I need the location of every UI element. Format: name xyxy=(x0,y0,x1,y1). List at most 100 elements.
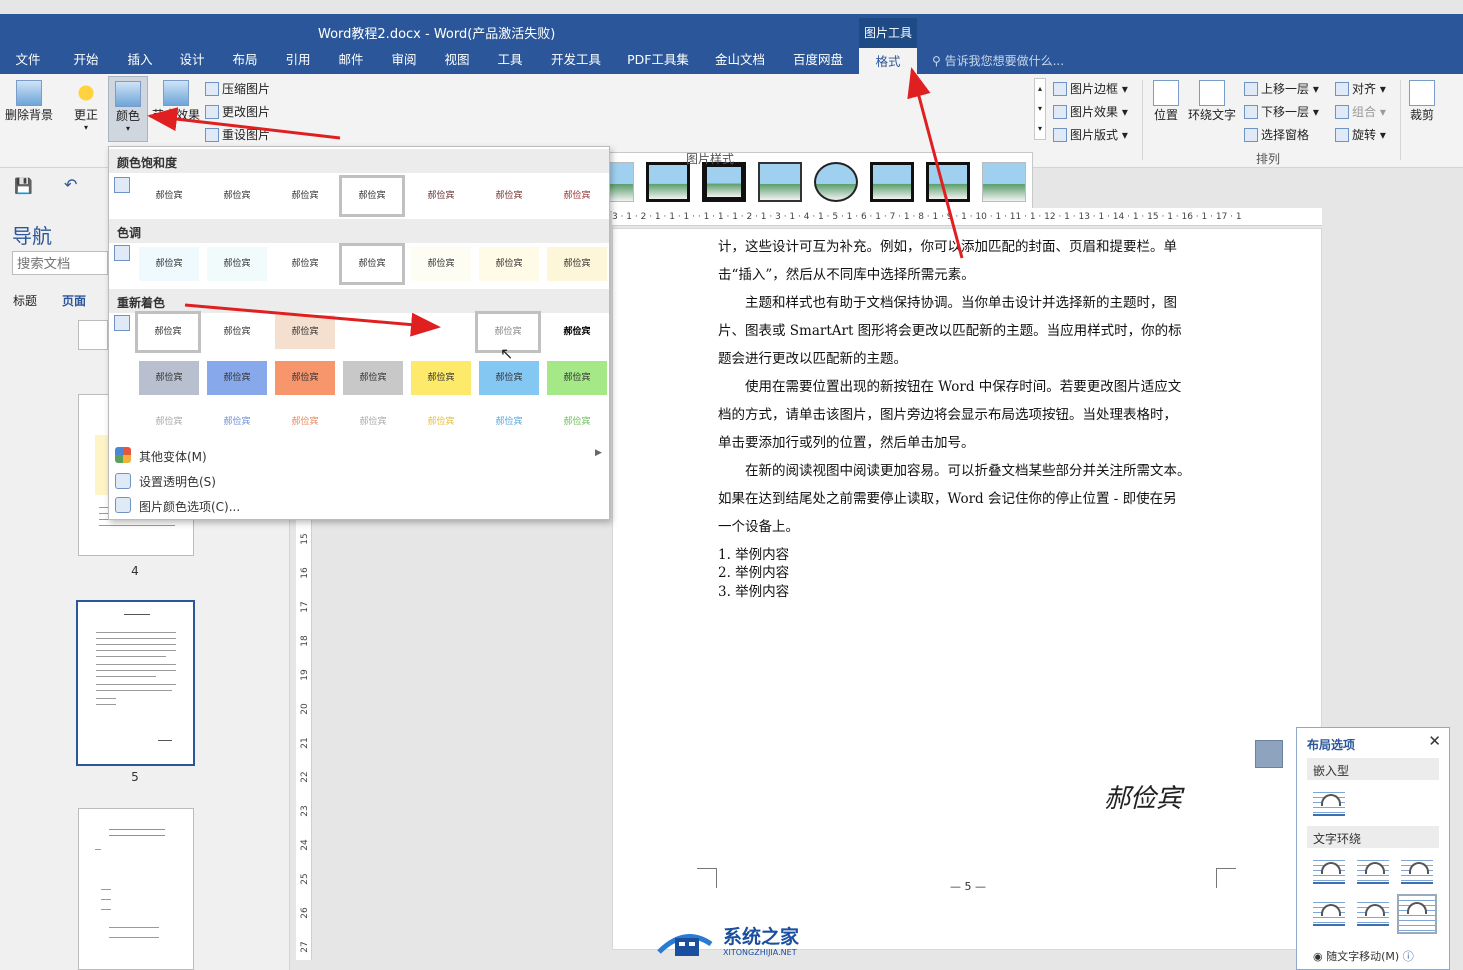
recolor-swatch[interactable]: 郝俭宾 xyxy=(275,315,335,349)
tone-header: 色调 xyxy=(109,219,609,243)
reset-picture-button[interactable]: 重设图片 xyxy=(205,126,270,143)
picture-border-button[interactable]: 图片边框 ▾ xyxy=(1053,80,1128,97)
set-transparent-item[interactable]: 设置透明色(S) xyxy=(139,473,216,490)
tab-design[interactable]: 设计 xyxy=(166,48,218,74)
tab-format[interactable]: 格式 xyxy=(859,48,917,74)
color-button[interactable]: 颜色 ▾ xyxy=(108,76,148,142)
tab-mailings[interactable]: 邮件 xyxy=(325,48,377,74)
saturation-swatch[interactable]: 郝俭宾 xyxy=(411,179,471,213)
close-icon[interactable]: ✕ xyxy=(1428,732,1441,750)
tone-swatch[interactable]: 郝俭宾 xyxy=(275,247,335,281)
recolor-dark-swatch[interactable]: 郝俭宾 xyxy=(275,361,335,395)
picture-layout-button[interactable]: 图片版式 ▾ xyxy=(1053,126,1128,143)
recolor-light-swatch[interactable]: 郝俭宾 xyxy=(479,405,539,439)
page-thumbnail-5[interactable] xyxy=(76,600,195,766)
tab-review[interactable]: 审阅 xyxy=(378,48,430,74)
tab-tools[interactable]: 工具 xyxy=(484,48,536,74)
recolor-swatch-selected[interactable]: 郝俭宾 xyxy=(135,311,201,353)
recolor-dark-swatch[interactable]: 郝俭宾 xyxy=(139,361,199,395)
saturation-swatch[interactable]: 郝俭宾 xyxy=(479,179,539,213)
group-button[interactable]: 组合 ▾ xyxy=(1335,103,1386,120)
gallery-scroll[interactable]: ▴ ▾ ▾ xyxy=(1034,78,1046,140)
saturation-swatch[interactable]: 郝俭宾 xyxy=(207,179,267,213)
undo-icon[interactable]: ↶ xyxy=(64,175,77,194)
recolor-dark-swatch[interactable]: 郝俭宾 xyxy=(411,361,471,395)
recolor-swatch[interactable]: 郝俭宾 xyxy=(547,315,607,349)
saturation-swatch[interactable]: 郝俭宾 xyxy=(275,179,335,213)
selection-pane-button[interactable]: 选择窗格 xyxy=(1244,126,1309,143)
tab-pages[interactable]: 页面 xyxy=(62,292,86,309)
search-documents-input[interactable] xyxy=(12,251,108,275)
corrections-button[interactable]: 更正 ▾ xyxy=(66,80,106,132)
picture-effects-button[interactable]: 图片效果 ▾ xyxy=(1053,103,1128,120)
tab-developer[interactable]: 开发工具 xyxy=(542,48,610,74)
recolor-light-swatch[interactable]: 郝俭宾 xyxy=(411,405,471,439)
recolor-dark-swatch[interactable]: 郝俭宾 xyxy=(479,361,539,395)
tell-me-search[interactable]: ⚲ 告诉我您想要做什么... xyxy=(932,52,1064,69)
recolor-dark-swatch[interactable]: 郝俭宾 xyxy=(343,361,403,395)
recolor-light-swatch[interactable]: 郝俭宾 xyxy=(207,405,267,439)
behind-text-icon[interactable] xyxy=(1357,898,1389,926)
recolor-light-swatch[interactable]: 郝俭宾 xyxy=(343,405,403,439)
page-thumbnail-6[interactable] xyxy=(78,808,194,970)
align-button[interactable]: 对齐 ▾ xyxy=(1335,80,1386,97)
tone-swatch[interactable]: 郝俭宾 xyxy=(479,247,539,281)
tone-swatch[interactable]: 郝俭宾 xyxy=(139,247,199,281)
picture-style-11[interactable] xyxy=(870,162,914,202)
send-backward-button[interactable]: 下移一层 ▾ xyxy=(1244,103,1319,120)
rotate-button[interactable]: 旋转 ▾ xyxy=(1335,126,1386,143)
remove-background-button[interactable]: 删除背景 xyxy=(4,80,54,123)
bring-forward-button[interactable]: 上移一层 ▾ xyxy=(1244,80,1319,97)
tab-file[interactable]: 文件 xyxy=(6,48,50,74)
picture-style-9[interactable] xyxy=(758,162,802,202)
move-with-text-radio[interactable]: ◉ 随文字移动(M) ⓘ xyxy=(1313,948,1414,964)
signature-image[interactable]: 郝俭宾 xyxy=(1104,778,1182,815)
tab-pdf[interactable]: PDF工具集 xyxy=(620,48,696,74)
page-thumbnail-3[interactable] xyxy=(78,320,108,350)
recolor-dark-swatch[interactable]: 郝俭宾 xyxy=(547,361,607,395)
through-wrap-icon[interactable] xyxy=(1401,856,1433,884)
saturation-swatch-selected[interactable]: 郝俭宾 xyxy=(339,175,405,217)
picture-style-8[interactable] xyxy=(702,162,746,202)
layout-options-button[interactable] xyxy=(1255,740,1283,768)
crop-button[interactable]: 裁剪 xyxy=(1406,80,1438,123)
tight-wrap-icon[interactable] xyxy=(1357,856,1389,884)
tone-swatch[interactable]: 郝俭宾 xyxy=(547,247,607,281)
position-button[interactable]: 位置 xyxy=(1150,80,1182,123)
tab-insert[interactable]: 插入 xyxy=(114,48,166,74)
tone-swatch-selected[interactable]: 郝俭宾 xyxy=(339,243,405,285)
recolor-light-swatch[interactable]: 郝俭宾 xyxy=(547,405,607,439)
tab-layout[interactable]: 布局 xyxy=(219,48,271,74)
color-options-item[interactable]: 图片颜色选项(C)... xyxy=(139,498,240,515)
in-front-of-text-icon[interactable] xyxy=(1397,894,1437,934)
tone-swatch[interactable]: 郝俭宾 xyxy=(411,247,471,281)
tab-view[interactable]: 视图 xyxy=(431,48,483,74)
change-picture-button[interactable]: 更改图片 xyxy=(205,103,270,120)
picture-style-10[interactable] xyxy=(814,162,858,202)
recolor-swatch[interactable]: 郝俭宾 xyxy=(207,315,267,349)
recolor-light-swatch[interactable]: 郝俭宾 xyxy=(139,405,199,439)
inline-wrap-icon[interactable] xyxy=(1313,788,1345,816)
more-variants-item[interactable]: 其他变体(M) xyxy=(139,448,207,465)
horizontal-ruler[interactable]: 3 · 1 · 2 · 1 · 1 · 1 · · 1 · 1 · 1 · 2 … xyxy=(612,208,1322,226)
wrap-text-button[interactable]: 环绕文字 xyxy=(1186,80,1238,123)
picture-style-7[interactable] xyxy=(646,162,690,202)
recolor-light-swatch[interactable]: 郝俭宾 xyxy=(275,405,335,439)
save-icon[interactable]: 💾 xyxy=(14,177,33,195)
saturation-swatch[interactable]: 郝俭宾 xyxy=(139,179,199,213)
tab-references[interactable]: 引用 xyxy=(272,48,324,74)
square-wrap-icon[interactable] xyxy=(1313,856,1345,884)
compress-pictures-button[interactable]: 压缩图片 xyxy=(205,80,270,97)
top-bottom-wrap-icon[interactable] xyxy=(1313,898,1345,926)
tab-kdocs[interactable]: 金山文档 xyxy=(706,48,774,74)
recolor-dark-swatch[interactable]: 郝俭宾 xyxy=(207,361,267,395)
tab-headings[interactable]: 标题 xyxy=(13,292,37,309)
vertical-ruler[interactable]: 27 26 25 24 23 22 21 20 19 18 17 16 15 xyxy=(296,520,312,960)
tab-home[interactable]: 开始 xyxy=(60,48,112,74)
picture-style-12[interactable] xyxy=(926,162,970,202)
saturation-swatch[interactable]: 郝俭宾 xyxy=(547,179,607,213)
picture-style-13[interactable] xyxy=(982,162,1026,202)
tab-baidu[interactable]: 百度网盘 xyxy=(784,48,852,74)
tone-swatch[interactable]: 郝俭宾 xyxy=(207,247,267,281)
artistic-effects-button[interactable]: 艺术效果 xyxy=(152,80,200,123)
